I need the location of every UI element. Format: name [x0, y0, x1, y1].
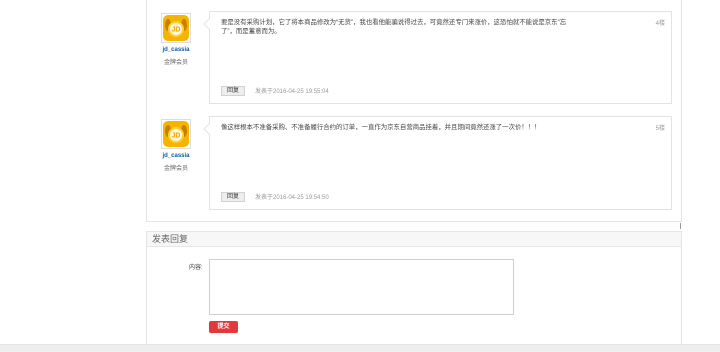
post-text: 要是没有采购计划，它了将本商品修改为“无货”，我也看他能骗说得过去，可竟然还专门… — [221, 19, 567, 35]
post-floor-5: JD jd_cassia 金牌会员 像这样根本不准备采购、不准备履行合约的订单，… — [147, 112, 683, 212]
reply-content-textarea[interactable] — [209, 259, 514, 315]
post-bubble: 像这样根本不准备采购、不准备履行合约的订单，一直作为京东自营商品挂着，并且期间竟… — [203, 116, 672, 210]
post-bubble: 要是没有采购计划，它了将本商品修改为“无货”，我也看他能骗说得过去，可竟然还专门… — [203, 11, 672, 104]
divider — [680, 223, 681, 229]
reply-form: 发表回复 内容: 提交 — [146, 231, 682, 344]
post-author-panel: JD jd_cassia 金牌会员 — [155, 119, 197, 172]
jd-dog-avatar-icon: JD — [163, 121, 189, 147]
author-rank: 金牌会员 — [163, 166, 188, 172]
jd-dog-avatar-icon: JD — [163, 15, 189, 41]
svg-text:JD: JD — [172, 133, 181, 140]
post-text: 像这样根本不准备采购、不准备履行合约的订单，一直作为京东自营商品挂着，并且期间竟… — [221, 124, 541, 131]
bubble-arrow — [203, 18, 215, 30]
svg-text:JD: JD — [172, 27, 181, 34]
submit-button[interactable]: 提交 — [209, 321, 238, 333]
avatar[interactable]: JD — [161, 119, 191, 149]
author-name[interactable]: jd_cassia — [155, 153, 197, 159]
post-floor-4: JD jd_cassia 金牌会员 要是没有采购计划，它了将本商品修改为“无货”… — [147, 0, 683, 108]
thread-box: JD jd_cassia 金牌会员 要是没有采购计划，它了将本商品修改为“无货”… — [146, 0, 682, 222]
reply-button[interactable]: 回复 — [221, 192, 246, 202]
page-footer-strip — [0, 344, 720, 352]
floor-number: 5楼 — [655, 126, 665, 132]
bubble-arrow — [203, 123, 215, 135]
avatar[interactable]: JD — [161, 13, 191, 43]
author-name[interactable]: jd_cassia — [155, 47, 197, 53]
content-label: 内容: — [189, 265, 203, 271]
post-author-panel: JD jd_cassia 金牌会员 — [155, 13, 197, 66]
post-timestamp: 发表于2016-04-25 19:55:04 — [255, 89, 329, 95]
reply-button[interactable]: 回复 — [221, 86, 246, 96]
author-rank: 金牌会员 — [163, 60, 188, 66]
post-timestamp: 发表于2016-04-25 19:54:50 — [255, 195, 329, 201]
reply-form-title: 发表回复 — [147, 232, 681, 247]
floor-number: 4楼 — [655, 21, 665, 27]
